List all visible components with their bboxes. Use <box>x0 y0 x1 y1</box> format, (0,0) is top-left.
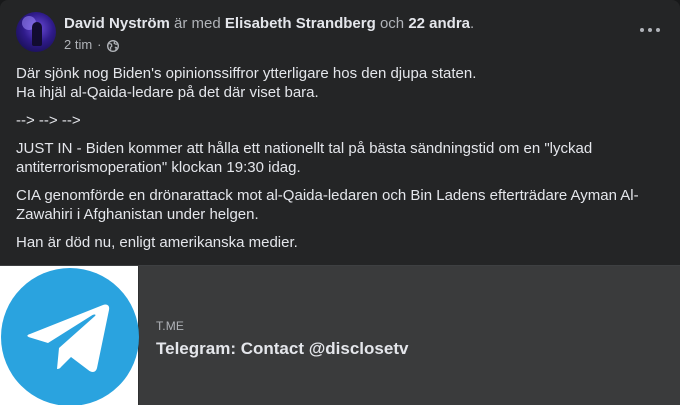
link-thumbnail[interactable] <box>0 266 139 405</box>
avatar-figure <box>32 22 42 46</box>
post-paragraph: Där sjönk nog Biden's opinionssiffror yt… <box>16 64 656 102</box>
link-title[interactable]: Telegram: Contact @disclosetv <box>156 338 408 360</box>
more-dot <box>656 28 660 32</box>
telegram-logo-icon <box>1 268 139 405</box>
link-text: T.ME Telegram: Contact @disclosetv <box>139 266 408 405</box>
header-meta: David Nyström är med Elisabeth Strandber… <box>64 12 474 54</box>
with-text: är med <box>174 15 221 32</box>
post-card: David Nyström är med Elisabeth Strandber… <box>0 0 680 405</box>
more-dot <box>648 28 652 32</box>
post-header: David Nyström är med Elisabeth Strandber… <box>16 12 474 54</box>
separator-dot: · <box>97 37 102 52</box>
post-subline: 2 tim · <box>64 36 474 54</box>
others-link[interactable]: 22 andra <box>408 15 470 32</box>
post-line: Där sjönk nog Biden's opinionssiffror yt… <box>16 65 477 82</box>
tagged-person[interactable]: Elisabeth Strandberg <box>225 15 376 32</box>
post-paragraph: Han är död nu, enligt amerikanska medier… <box>16 234 298 251</box>
globe-icon[interactable] <box>106 39 119 53</box>
author-line: David Nyström är med Elisabeth Strandber… <box>64 14 474 34</box>
more-options-icon[interactable] <box>640 24 660 36</box>
period: . <box>470 15 475 32</box>
link-preview[interactable]: T.ME Telegram: Contact @disclosetv <box>0 265 680 405</box>
post-line: Ha ihjäl al-Qaida-ledare på det där vise… <box>16 84 319 101</box>
author-name[interactable]: David Nyström <box>64 15 170 32</box>
post-paragraph: --> --> --> <box>16 112 81 129</box>
post-time[interactable]: 2 tim <box>64 36 92 54</box>
and-text: och <box>379 15 405 32</box>
link-domain: T.ME <box>156 319 185 333</box>
post-paragraph: CIA genomförde en drönarattack mot al-Qa… <box>16 187 639 223</box>
more-dot <box>640 28 644 32</box>
post-paragraph: JUST IN - Biden kommer att hålla ett nat… <box>16 140 593 176</box>
post-body: Där sjönk nog Biden's opinionssiffror yt… <box>16 64 656 261</box>
author-avatar[interactable] <box>16 12 56 52</box>
